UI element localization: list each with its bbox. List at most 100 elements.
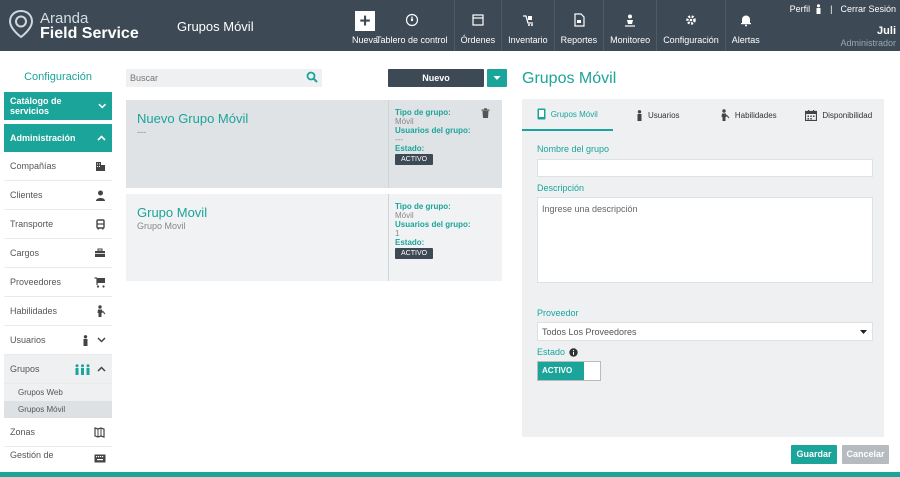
group-icon [75, 363, 90, 375]
sidebar-item-label: Zonas [10, 427, 36, 437]
tab-disponibilidad[interactable]: Disponibilidad [794, 99, 885, 131]
sidebar-sub-grupos-web[interactable]: Grupos Web [4, 384, 112, 401]
sidebar-item-label: Cargos [10, 248, 40, 258]
user-icon [83, 334, 88, 346]
provider-select[interactable]: Todos Los Proveedores [537, 322, 873, 341]
state-label: Estado [537, 347, 578, 357]
description-textarea[interactable]: Ingrese una descripción [537, 197, 873, 283]
nav-tablero[interactable]: Tablero de control [370, 0, 454, 51]
sidebar-item-cargos[interactable]: Cargos [4, 239, 112, 268]
orders-icon [472, 14, 484, 26]
new-dropdown-button[interactable] [487, 69, 507, 87]
nav-alertas[interactable]: Alertas [724, 0, 766, 51]
name-input[interactable] [537, 159, 873, 177]
sidebar-item-label: Transporte [10, 219, 54, 229]
save-button[interactable]: Guardar [791, 445, 837, 464]
chevron-up-icon[interactable] [97, 366, 106, 372]
sidebar-catalog[interactable]: Catálogo de servicios [4, 92, 112, 120]
search-input[interactable] [126, 69, 322, 87]
profile-link[interactable]: Perfil [790, 4, 811, 14]
person-icon [96, 190, 105, 201]
cart-icon [94, 276, 105, 288]
user-name: Juli [877, 25, 896, 37]
sidebar-item-label: Proveedores [10, 277, 62, 287]
tab-grupos-movil[interactable]: Grupos Móvil [522, 99, 613, 131]
user-box: Perfil | Cerrar Sesión Juli Administrado… [790, 4, 896, 48]
logout-link[interactable]: Cerrar Sesión [840, 4, 896, 14]
sidebar-item-usuarios[interactable]: Usuarios [4, 326, 112, 355]
sidebar-item-companias[interactable]: Compañías [4, 152, 112, 181]
state-toggle[interactable]: ACTIVO [537, 361, 601, 381]
bottom-bar [0, 472, 900, 477]
main-nav: + Nueva Tablero de control Órdenes Inven… [346, 0, 766, 51]
group-card[interactable]: Grupo Movil Grupo Movil Tipo de grupo: M… [126, 194, 502, 281]
provider-value: Todos Los Proveedores [542, 326, 637, 337]
sidebar-item-proveedores[interactable]: Proveedores [4, 268, 112, 297]
nav-reportes[interactable]: Reportes [553, 0, 604, 51]
group-card[interactable]: Nuevo Grupo Móvil --- Tipo de grupo: Móv… [126, 100, 502, 188]
sidebar-sub-grupos-movil[interactable]: Grupos Móvil [4, 401, 112, 418]
separator: | [830, 4, 833, 14]
chevron-down-icon[interactable] [97, 337, 106, 343]
nav-label: Monitoreo [610, 35, 651, 45]
state-label: Estado: [395, 144, 425, 153]
tab-habilidades[interactable]: Habilidades [703, 99, 794, 131]
search-icon[interactable] [306, 71, 318, 83]
users-value: 1 [395, 229, 400, 238]
new-button[interactable]: Nuevo [388, 69, 484, 87]
nav-monitoreo[interactable]: Monitoreo [603, 0, 656, 51]
nav-ordenes[interactable]: Órdenes [453, 0, 502, 51]
bus-icon [96, 218, 105, 229]
nav-label: Alertas [731, 35, 760, 45]
top-bar: Aranda Field Service Grupos Móvil + Nuev… [0, 0, 900, 51]
user-icon [816, 4, 821, 14]
type-value: Móvil [395, 117, 414, 126]
tab-usuarios[interactable]: Usuarios [613, 99, 704, 131]
nav-inventario[interactable]: Inventario [501, 0, 554, 51]
name-label: Nombre del grupo [537, 144, 610, 154]
info-icon[interactable] [569, 347, 578, 357]
sidebar-item-label: Gestión de [10, 450, 54, 460]
nav-configuracion[interactable]: Configuración [656, 0, 725, 51]
group-card-subtitle: Grupo Movil [137, 221, 186, 231]
status-badge: ACTIVO [395, 248, 434, 259]
sidebar-item-grupos[interactable]: Grupos [4, 355, 112, 384]
sidebar-item-label: Habilidades [10, 306, 58, 316]
brand-product: Field Service [40, 25, 139, 42]
user-role: Administrador [840, 38, 896, 48]
state-label: Estado: [395, 238, 425, 247]
monitor-icon [625, 14, 636, 27]
group-card-title: Grupo Movil [137, 205, 208, 220]
sidebar-item-transporte[interactable]: Transporte [4, 210, 112, 239]
briefcase-icon [95, 248, 105, 257]
caret-down-icon [493, 76, 501, 80]
sidebar-item-zonas[interactable]: Zonas [4, 418, 112, 447]
chevron-up-icon [97, 135, 106, 141]
users-label: Usuarios del grupo: [395, 220, 471, 229]
sidebar-item-label: Clientes [10, 190, 43, 200]
nav-label: Configuración [663, 35, 719, 45]
sidebar-item-habilidades[interactable]: Habilidades [4, 297, 112, 326]
skill-icon [721, 109, 730, 121]
caret-down-icon [860, 329, 867, 334]
nav-label: Inventario [508, 35, 548, 45]
app-title: Grupos Móvil [177, 19, 254, 34]
sidebar-item-clientes[interactable]: Clientes [4, 181, 112, 210]
sidebar-admin[interactable]: Administración [4, 124, 112, 152]
sidebar-item-label: Grupos [10, 364, 40, 374]
sidebar-item-label: Usuarios [10, 335, 46, 345]
trash-icon[interactable] [481, 108, 490, 118]
detail-title: Grupos Móvil [522, 70, 617, 87]
description-label: Descripción [537, 183, 585, 193]
gear-icon [686, 15, 696, 25]
user-icon [637, 109, 642, 121]
skill-icon [97, 305, 106, 317]
detail-panel: Grupos Móvil Usuarios Habilidades Dispon… [522, 99, 884, 437]
mobile-icon [537, 108, 546, 120]
reports-icon [574, 13, 585, 27]
tab-label: Usuarios [647, 110, 680, 120]
group-card-subtitle: --- [137, 127, 146, 137]
cancel-button[interactable]: Cancelar [842, 445, 889, 464]
provider-label: Proveedor [537, 308, 579, 318]
nav-label: Tablero de control [376, 35, 448, 45]
